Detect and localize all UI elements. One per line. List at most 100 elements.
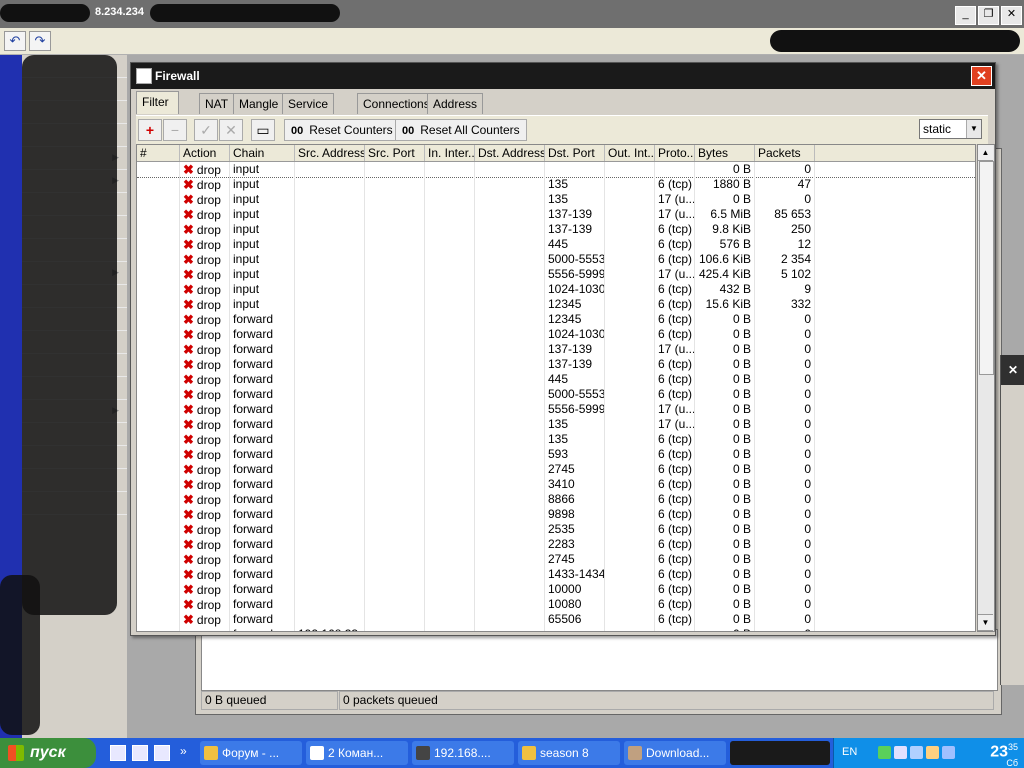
table-row[interactable]: ✖ drop input 0 B0 [137,162,975,178]
quicklaunch-icon[interactable] [154,745,170,761]
table-row[interactable]: ✖ drop forward 1433-1434 6 (tcp) 0 B0 [137,567,975,582]
tray-icon[interactable] [942,746,955,759]
table-row[interactable]: ✖ drop forward 3410 6 (tcp) 0 B0 [137,477,975,492]
cell-dst-port: 137-139 [545,207,605,222]
firewall-close-button[interactable]: ✕ [971,66,992,86]
table-row[interactable]: ✖ drop input 5556-5999 17 (u... 425.4 KiB 5 10… [137,267,975,282]
tray-icon[interactable] [926,746,939,759]
tab-service-ports[interactable]: Service Ports [282,93,335,131]
col-bytes[interactable]: Bytes [695,145,755,161]
table-row[interactable]: forward192.168.33... 0 B0 [137,627,975,631]
task-download[interactable]: Download... [624,741,726,765]
scroll-down-icon[interactable]: ▼ [978,614,993,631]
tray-icon[interactable] [878,746,891,759]
cell-out-interface [605,237,655,252]
app-close-button[interactable]: ✕ [1001,6,1022,25]
tab-nat[interactable]: NAT [199,93,235,114]
cell-chain: input [230,207,295,222]
comment-icon[interactable]: ▭ [251,119,275,141]
restore-button[interactable]: ❐ [978,6,999,25]
table-row[interactable]: ✖ drop forward 135 6 (tcp) 0 B0 [137,432,975,447]
table-row[interactable]: ✖ drop input 137-139 6 (tcp) 9.8 KiB 250 [137,222,975,237]
table-row[interactable]: ✖ drop forward 445 6 (tcp) 0 B0 [137,372,975,387]
table-row[interactable]: ✖ drop forward 137-139 17 (u... 0 B0 [137,342,975,357]
task-folder[interactable]: season 8 [518,741,620,765]
quicklaunch-icon[interactable] [132,745,148,761]
cell-src-address [295,192,365,207]
scrollbar-thumb[interactable] [979,161,994,375]
minimize-button[interactable]: _ [955,6,976,25]
col-src-port[interactable]: Src. Port [365,145,425,161]
disable-icon[interactable]: ✕ [219,119,243,141]
quicklaunch-icon[interactable] [110,745,126,761]
redo-icon[interactable]: ↷ [29,31,51,51]
close-icon[interactable]: ✕ [1001,355,1024,385]
table-scrollbar[interactable]: ▲ ▼ [977,144,995,632]
windows-logo-icon [8,745,24,761]
col-packets[interactable]: Packets [755,145,815,161]
task-command[interactable]: 2 Коман... [306,741,408,765]
col-src-address[interactable]: Src. Address [295,145,365,161]
col-protocol[interactable]: Proto... [655,145,695,161]
table-row[interactable]: ✖ drop forward 2283 6 (tcp) 0 B0 [137,537,975,552]
table-row[interactable]: ✖ drop input 445 6 (tcp) 576 B 12 [137,237,975,252]
table-row[interactable]: ✖ drop input 135 6 (tcp) 1880 B 47 [137,177,975,192]
table-row[interactable]: ✖ drop forward 2745 6 (tcp) 0 B0 [137,462,975,477]
cell-protocol: 6 (tcp) [655,462,695,477]
table-row[interactable]: ✖ drop forward 5556-5999 17 (u... 0 B0 [137,402,975,417]
enable-icon[interactable]: ✓ [194,119,218,141]
tab-connections[interactable]: Connections [357,93,436,114]
reset-counters-button[interactable]: 00 Reset Counters [284,119,400,141]
remove-icon[interactable]: − [163,119,187,141]
taskbar-more-icon[interactable]: » [180,744,187,758]
col-in-interface[interactable]: In. Inter... [425,145,475,161]
table-row[interactable]: ✖ drop forward 5000-5553 6 (tcp) 0 B0 [137,387,975,402]
start-label: пуск [30,744,66,761]
table-row[interactable]: ✖ drop input 1024-1030 6 (tcp) 432 B9 [137,282,975,297]
table-row[interactable]: ✖ drop forward 2535 6 (tcp) 0 B0 [137,522,975,537]
start-button[interactable]: пуск [0,738,96,768]
row-number [137,432,180,447]
cell-protocol: 6 (tcp) [655,432,695,447]
col-dst-port[interactable]: Dst. Port [545,145,605,161]
cell-dst-address [475,177,545,192]
tray-icon[interactable] [910,746,923,759]
table-row[interactable]: ✖ drop forward 8866 6 (tcp) 0 B0 [137,492,975,507]
filter-select[interactable]: static ▼ [919,119,982,139]
clock[interactable]: 2335 Сб [990,742,1018,768]
table-row[interactable]: ✖ drop forward 135 17 (u... 0 B0 [137,417,975,432]
cell-chain: forward [230,357,295,372]
table-row[interactable]: ✖ drop forward 65506 6 (tcp) 0 B0 [137,612,975,627]
task-winbox[interactable]: 192.168.... [412,741,514,765]
col-dst-address[interactable]: Dst. Address [475,145,545,161]
cell-out-interface [605,297,655,312]
table-row[interactable]: ✖ drop forward 137-139 6 (tcp) 0 B0 [137,357,975,372]
table-row[interactable]: ✖ drop forward 593 6 (tcp) 0 B0 [137,447,975,462]
table-row[interactable]: ✖ drop forward 9898 6 (tcp) 0 B0 [137,507,975,522]
table-row[interactable]: ✖ drop forward 1024-1030 6 (tcp) 0 B0 [137,327,975,342]
tray-icon[interactable] [894,746,907,759]
language-indicator[interactable]: EN [842,746,857,758]
task-firefox[interactable]: Форум - ... [200,741,302,765]
table-row[interactable]: ✖ drop input 135 17 (u... 0 B0 [137,192,975,207]
col-number[interactable]: # [137,145,180,161]
tab-filter-rules[interactable]: Filter Rules [136,91,179,129]
scroll-up-icon[interactable]: ▲ [978,145,993,161]
table-row[interactable]: ✖ drop input 5000-5553 6 (tcp) 106.6 KiB 2 354 [137,252,975,267]
chevron-down-icon[interactable]: ▼ [966,120,981,138]
col-out-interface[interactable]: Out. Int... [605,145,655,161]
col-action[interactable]: Action [180,145,230,161]
col-chain[interactable]: Chain [230,145,295,161]
table-row[interactable]: ✖ drop forward 10080 6 (tcp) 0 B0 [137,597,975,612]
task-redacted[interactable] [730,741,830,765]
tab-address-lists[interactable]: Address Lists [427,93,484,131]
table-row[interactable]: ✖ drop forward 12345 6 (tcp) 0 B0 [137,312,975,327]
undo-icon[interactable]: ↶ [4,31,26,51]
add-icon[interactable]: + [138,119,162,141]
reset-all-counters-button[interactable]: 00 Reset All Counters [395,119,527,141]
table-row[interactable]: ✖ drop input 12345 6 (tcp) 15.6 KiB 332 [137,297,975,312]
tab-mangle[interactable]: Mangle [233,93,285,114]
table-row[interactable]: ✖ drop input 137-139 17 (u... 6.5 MiB 85 653 [137,207,975,222]
table-row[interactable]: ✖ drop forward 10000 6 (tcp) 0 B0 [137,582,975,597]
table-row[interactable]: ✖ drop forward 2745 6 (tcp) 0 B0 [137,552,975,567]
